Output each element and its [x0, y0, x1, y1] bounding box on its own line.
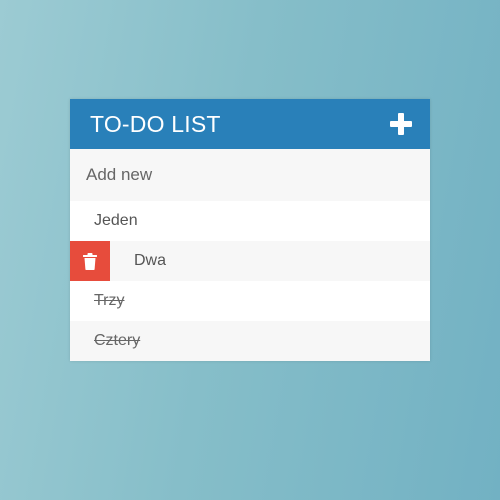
todo-item-dwa[interactable]: Dwa	[70, 241, 430, 281]
todo-item-jeden[interactable]: Jeden	[70, 201, 430, 241]
plus-icon[interactable]	[390, 113, 412, 135]
todo-header: TO-DO LIST	[70, 99, 430, 149]
todo-item-label: Jeden	[94, 212, 138, 229]
todo-card: TO-DO LIST Jeden Dwa Trzy Cztery	[70, 99, 430, 361]
todo-item-label: Cztery	[94, 332, 141, 349]
delete-button[interactable]	[70, 241, 110, 281]
add-new-input[interactable]	[70, 149, 430, 201]
trash-icon	[83, 252, 97, 270]
todo-item-cztery[interactable]: Cztery	[70, 321, 430, 361]
todo-item-label: Dwa	[134, 252, 167, 269]
todo-title: TO-DO LIST	[90, 110, 221, 137]
todo-item-label: Trzy	[94, 292, 125, 309]
todo-list: Jeden Dwa Trzy Cztery	[70, 201, 430, 361]
todo-item-trzy[interactable]: Trzy	[70, 281, 430, 321]
